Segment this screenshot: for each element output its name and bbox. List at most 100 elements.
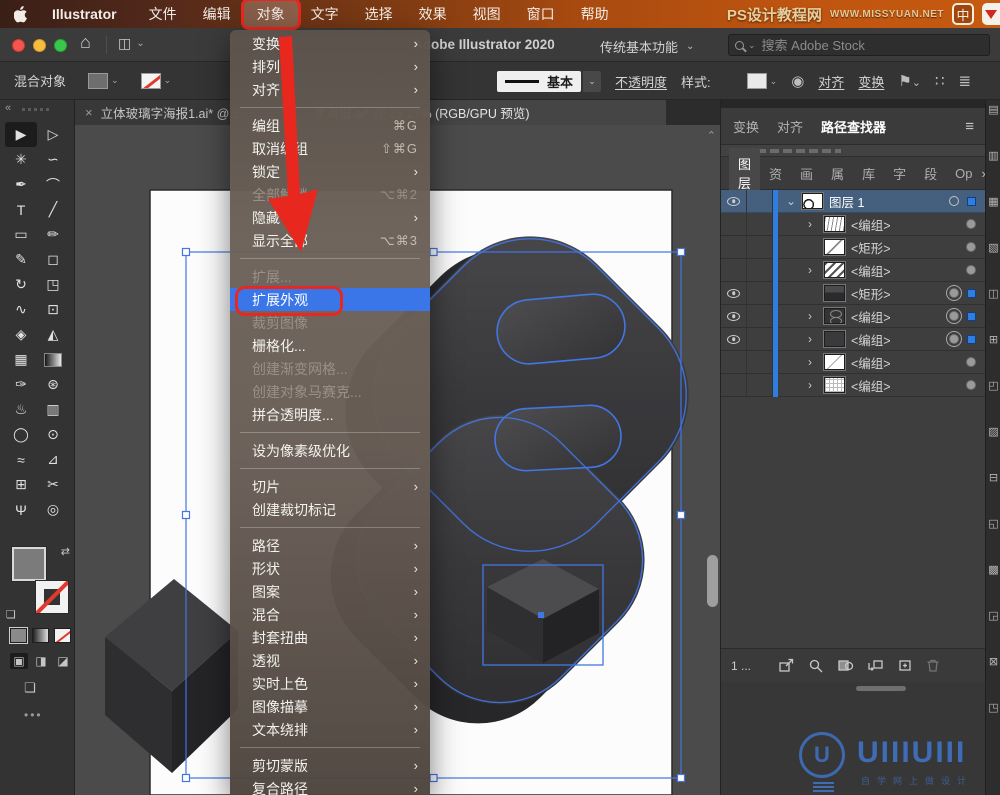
selection-tool[interactable]: ▶ <box>5 122 37 147</box>
rectangle-tool[interactable]: ▭ <box>5 222 37 247</box>
menu-item-24[interactable]: 路径› <box>230 534 430 557</box>
pen-tool[interactable]: ✒ <box>5 172 37 197</box>
blend-tool[interactable]: ⊛ <box>37 372 69 397</box>
layer-row-3[interactable]: ›<编组> <box>721 259 986 282</box>
menu-item-6[interactable]: 锁定› <box>230 160 430 183</box>
dots-grid-icon[interactable]: ∷ <box>935 72 945 90</box>
menu-item-30[interactable]: 实时上色› <box>230 672 430 695</box>
visibility-toggle[interactable] <box>721 190 747 213</box>
menu-item-27[interactable]: 混合› <box>230 603 430 626</box>
color-mode-button[interactable] <box>10 628 27 643</box>
curvature-line-tool[interactable]: ≈ <box>5 447 37 472</box>
menubar-item-7[interactable]: 视图 <box>460 1 514 27</box>
scale-tool[interactable]: ◳ <box>37 272 69 297</box>
menu-item-8[interactable]: 隐藏› <box>230 206 430 229</box>
stroke-color-control[interactable]: ⌄ <box>141 73 172 89</box>
menubar-item-0[interactable]: Illustrator <box>39 3 130 25</box>
chevron-right-icon[interactable]: › <box>808 217 818 231</box>
mesh-tool[interactable]: ▦ <box>5 347 37 372</box>
search-input[interactable] <box>760 37 983 54</box>
shaper-tool[interactable]: ✎ <box>5 247 37 272</box>
menu-item-19[interactable]: 设为像素级优化 <box>230 439 430 462</box>
collapsed-panel-icon-5[interactable]: ⊞ <box>986 330 1000 376</box>
visibility-toggle[interactable] <box>721 236 747 259</box>
panel-menu-icon[interactable]: ≡ <box>965 118 974 135</box>
menubar-item-5[interactable]: 选择 <box>352 1 406 27</box>
transform-link[interactable]: 变换 <box>858 72 884 91</box>
collect-for-export-icon[interactable] <box>778 658 795 673</box>
swap-fill-stroke-icon[interactable]: ⇄ <box>61 545 70 558</box>
layers-tab-5[interactable]: 字 <box>884 158 915 189</box>
input-method-icon[interactable]: 中 <box>952 3 974 25</box>
paintbrush-tool[interactable]: ✏ <box>37 222 69 247</box>
menu-item-34[interactable]: 剪切蒙版› <box>230 754 430 777</box>
line-segment-tool[interactable]: ╱ <box>37 197 69 222</box>
layer-row-0[interactable]: ⌄图层 1 <box>721 190 986 213</box>
type-tool[interactable]: T <box>5 197 37 222</box>
menubar-item-3[interactable]: 对象 <box>244 1 298 27</box>
collapsed-panel-icon-0[interactable]: ▤ <box>986 100 1000 146</box>
shape-builder-tool[interactable]: ◈ <box>5 322 37 347</box>
layer-row-5[interactable]: ›<编组> <box>721 305 986 328</box>
stroke-swatch[interactable] <box>141 73 161 89</box>
slice-tool[interactable]: ✂ <box>37 472 69 497</box>
screen-mode-button[interactable]: ❏ <box>24 680 36 696</box>
style-swatch[interactable] <box>747 73 767 89</box>
layers-tab-1[interactable]: 资 <box>760 158 791 189</box>
menu-item-29[interactable]: 透视› <box>230 649 430 672</box>
menubar-item-1[interactable]: 文件 <box>136 1 190 27</box>
panel-grip[interactable] <box>22 108 52 111</box>
layer-row-6[interactable]: ›<编组> <box>721 328 986 351</box>
direct-selection-tool[interactable]: ▷ <box>37 122 69 147</box>
stroke-weight-control[interactable]: 基本 <box>497 71 581 92</box>
apple-logo-icon[interactable] <box>14 6 29 23</box>
chevron-right-icon[interactable]: › <box>808 263 818 277</box>
lock-cell[interactable] <box>747 374 773 397</box>
eyedropper-tool[interactable]: ✑ <box>5 372 37 397</box>
draw-behind-button[interactable]: ◨ <box>32 653 50 669</box>
chevron-down-icon[interactable]: ⌄ <box>786 194 796 208</box>
stock-search-box[interactable]: ⌄ <box>728 34 990 56</box>
menu-item-35[interactable]: 复合路径› <box>230 777 430 795</box>
menubar-item-6[interactable]: 效果 <box>406 1 460 27</box>
menubar-item-4[interactable]: 文字 <box>298 1 352 27</box>
hand-tool[interactable]: Ψ <box>5 497 37 522</box>
menu-item-14[interactable]: 栅格化... <box>230 334 430 357</box>
chevron-right-icon[interactable]: › <box>808 355 818 369</box>
minimize-window-button[interactable] <box>33 39 46 52</box>
chevron-right-icon[interactable]: › <box>808 332 818 346</box>
menu-item-17[interactable]: 拼合透明度... <box>230 403 430 426</box>
collapsed-panel-icon-11[interactable]: ◲ <box>986 606 1000 652</box>
shape-tool[interactable]: ◯ <box>5 422 37 447</box>
lock-cell[interactable] <box>747 282 773 305</box>
panel-tab-2[interactable]: 路径查找器 <box>821 117 886 136</box>
target-icon[interactable] <box>949 196 959 206</box>
make-mask-icon[interactable] <box>837 658 854 673</box>
target-icon[interactable] <box>949 288 959 298</box>
layer-row-2[interactable]: <矩形> <box>721 236 986 259</box>
visibility-toggle[interactable] <box>721 305 747 328</box>
lock-cell[interactable] <box>747 236 773 259</box>
visibility-toggle[interactable] <box>721 328 747 351</box>
target-icon[interactable] <box>966 219 976 229</box>
column-graph-tool[interactable]: ▥ <box>37 397 69 422</box>
layer-row-8[interactable]: ›<编组> <box>721 374 986 397</box>
chevron-down-icon[interactable]: ⌄ <box>583 71 601 92</box>
width-tool[interactable]: ∿ <box>5 297 37 322</box>
menubar-item-8[interactable]: 窗口 <box>514 1 568 27</box>
align-link[interactable]: 对齐 <box>818 72 844 91</box>
menu-item-5[interactable]: 取消编组⇧⌘G <box>230 137 430 160</box>
panel-tab-1[interactable]: 对齐 <box>777 117 803 136</box>
opacity-link[interactable]: 不透明度 <box>615 72 667 91</box>
chevron-right-icon[interactable]: › <box>808 309 818 323</box>
target-icon[interactable] <box>949 334 959 344</box>
target-icon[interactable] <box>949 311 959 321</box>
menubar-item-2[interactable]: 编辑 <box>190 1 244 27</box>
layers-tab-3[interactable]: 属 <box>822 158 853 189</box>
stroke-proxy[interactable] <box>36 581 68 613</box>
close-window-button[interactable] <box>12 39 25 52</box>
free-transform-tool[interactable]: ⊡ <box>37 297 69 322</box>
workspace-switcher[interactable]: 传统基本功能 ⌄ <box>600 37 694 56</box>
edit-toolbar-ellipsis[interactable]: ••• <box>24 708 43 722</box>
lock-cell[interactable] <box>747 351 773 374</box>
